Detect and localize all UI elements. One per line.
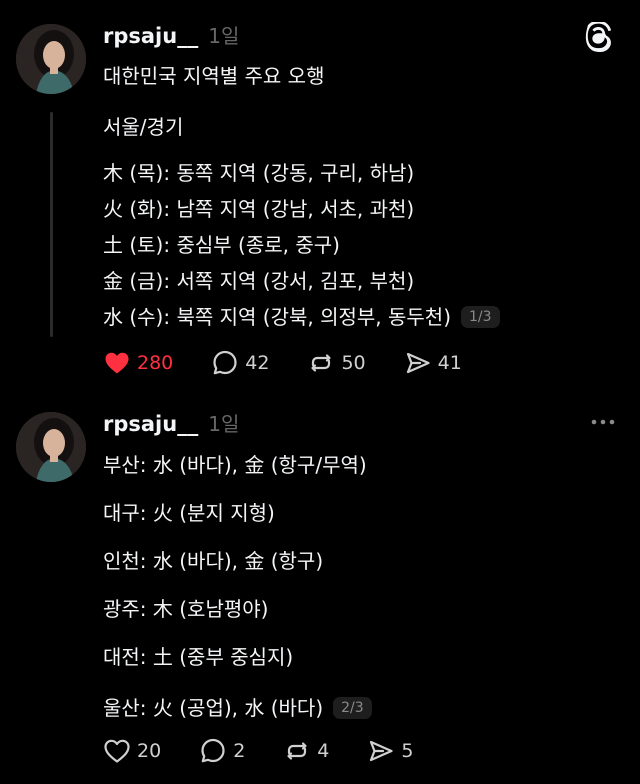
- page-indicator: 1/3: [461, 306, 500, 328]
- timestamp: 1일: [208, 412, 240, 436]
- post-text-line: 土 (토): 중심부 (종로, 중구): [103, 233, 340, 257]
- post-text-line: 대한민국 지역별 주요 오행: [103, 64, 325, 88]
- thread-line: [50, 112, 53, 337]
- heart-icon: [104, 739, 130, 763]
- repost-button[interactable]: 4: [283, 737, 329, 765]
- username[interactable]: rpsaju__: [103, 412, 198, 436]
- avatar[interactable]: [16, 412, 86, 482]
- share-button[interactable]: 41: [404, 349, 462, 377]
- repost-arrows-icon: [287, 742, 307, 760]
- post-text-content: 울산: 火 (공업), 水 (바다): [103, 696, 324, 720]
- post-text-line: 대전: 土 (중부 중심지): [103, 645, 294, 669]
- threads-logo-icon[interactable]: [584, 22, 616, 54]
- comment-button[interactable]: 2: [199, 737, 245, 765]
- action-bar: 280 42 50 41: [103, 348, 500, 378]
- post-text-line: 水 (수): 북쪽 지역 (강북, 의정부, 동두천) 1/3: [103, 301, 500, 330]
- post-text-line: 광주: 木 (호남평야): [103, 597, 269, 621]
- like-button[interactable]: 20: [103, 737, 161, 765]
- avatar-photo-icon: [16, 24, 86, 94]
- post-header: rpsaju__ 1일: [103, 20, 239, 54]
- post-text-line: 대구: 火 (분지 지형): [103, 501, 275, 525]
- avatar[interactable]: [16, 24, 86, 94]
- share-count: 5: [401, 740, 414, 762]
- like-count: 20: [137, 740, 162, 762]
- repost-count: 50: [341, 352, 366, 374]
- post-text-line: 서울/경기: [103, 115, 184, 139]
- comment-count: 2: [233, 740, 246, 762]
- post-text-line: 부산: 水 (바다), 金 (항구/무역): [103, 453, 367, 477]
- send-arrow-icon: [370, 740, 393, 762]
- send-arrow-icon: [406, 352, 430, 374]
- like-count: 280: [137, 352, 174, 374]
- comment-bubble-icon: [201, 738, 225, 763]
- username[interactable]: rpsaju__: [103, 24, 198, 48]
- timestamp: 1일: [208, 24, 240, 48]
- post-header: rpsaju__ 1일: [103, 408, 239, 442]
- post-text-line: 金 (금): 서쪽 지역 (강서, 김포, 부천): [103, 269, 415, 293]
- comment-bubble-icon: [213, 350, 237, 375]
- like-button[interactable]: 280: [103, 349, 173, 377]
- share-count: 41: [437, 352, 462, 374]
- share-button[interactable]: 5: [367, 737, 413, 765]
- heart-icon: [105, 352, 129, 374]
- post-text-line: 인천: 水 (바다), 金 (항구): [103, 549, 324, 573]
- more-horizontal-icon[interactable]: [588, 412, 618, 432]
- post-text-line: 火 (화): 남쪽 지역 (강남, 서초, 과천): [103, 197, 415, 221]
- repost-button[interactable]: 50: [307, 349, 366, 377]
- comment-count: 42: [245, 352, 270, 374]
- page-indicator: 2/3: [333, 697, 372, 719]
- action-bar: 20 2 4 5: [103, 736, 451, 766]
- repost-count: 4: [317, 740, 330, 762]
- post-text-line: 울산: 火 (공업), 水 (바다) 2/3: [103, 692, 372, 721]
- post-text-line: 木 (목): 동쪽 지역 (강동, 구리, 하남): [103, 161, 415, 185]
- avatar-photo-icon: [16, 412, 86, 482]
- post-text-content: 水 (수): 북쪽 지역 (강북, 의정부, 동두천): [103, 305, 452, 329]
- comment-button[interactable]: 42: [211, 349, 269, 377]
- repost-arrows-icon: [311, 354, 332, 372]
